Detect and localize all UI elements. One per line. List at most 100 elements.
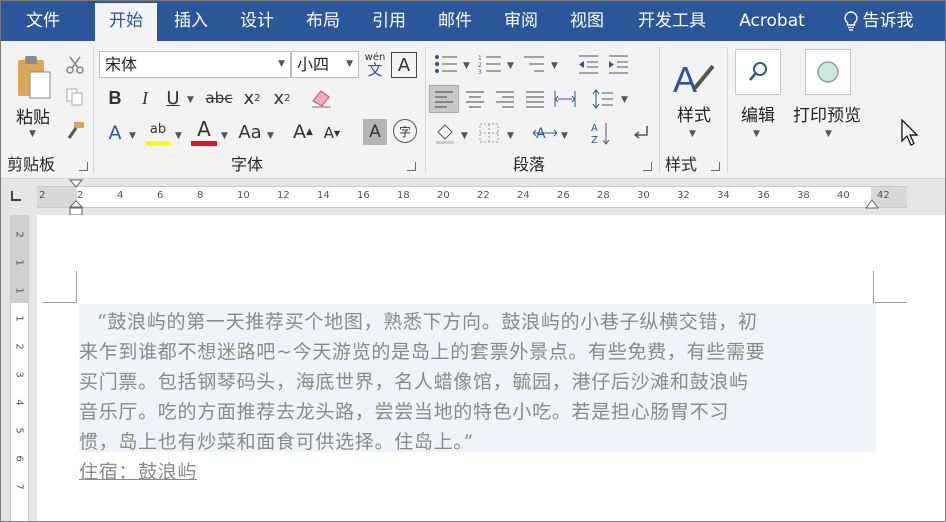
ruler-tick-label: 18 [397,190,410,201]
tell-me-search[interactable]: 告诉我 [831,1,925,41]
clipboard-launcher-icon[interactable] [79,162,88,171]
enclose-characters-button[interactable]: 字 [393,119,417,143]
line-spacing-dropdown-icon[interactable]: ▼ [621,95,628,105]
asian-layout-dropdown-icon[interactable]: ▼ [561,131,568,141]
sort-icon: AZ [591,123,610,145]
tab-file[interactable]: 文件 [11,1,75,41]
font-launcher-icon[interactable] [407,162,416,171]
show-marks-button[interactable] [627,119,655,147]
underline-dropdown-icon[interactable]: ▼ [187,95,194,105]
highlight-button[interactable]: ab [145,117,171,141]
justify-icon [526,91,544,108]
borders-dropdown-icon[interactable]: ▼ [507,131,514,141]
tab-acrobat[interactable]: Acrobat [729,1,815,41]
character-border-button[interactable]: A [391,52,417,78]
font-color-dropdown-icon[interactable]: ▼ [221,131,228,141]
change-case-dropdown-icon[interactable]: ▼ [267,131,274,141]
print-preview-dropdown-icon[interactable]: ▼ [825,129,832,139]
page-corner-mark [43,271,77,303]
horizontal-ruler[interactable]: 2 2 4 6 8 10 12 14 16 18 20 22 24 26 28 30 32 34 36 38 40 42 [37,186,907,208]
grow-font-button[interactable]: A ▲ [291,119,315,145]
character-shading-button[interactable]: A [363,119,387,145]
decrease-indent-button[interactable] [575,51,601,77]
justify-button[interactable] [521,85,549,113]
tab-selector-icon[interactable] [11,191,21,201]
paragraph-launcher-icon[interactable] [643,162,652,171]
paragraph-line[interactable]: 来乍到谁都不想迷路吧~今天游览的是岛上的套票外景点。有些免费，有些需要 [79,337,765,364]
highlight-dropdown-icon[interactable]: ▼ [175,131,182,141]
increase-indent-button[interactable] [605,51,631,77]
bold-button[interactable]: B [103,85,127,111]
ruler-tick-label: 24 [517,190,530,201]
change-case-button[interactable]: Aa [235,119,265,145]
strikethrough-button[interactable]: abc [203,85,235,111]
text-effects-button[interactable]: A [103,119,127,147]
tab-developer[interactable]: 开发工具 [625,1,719,41]
bullets-dropdown-icon[interactable]: ▼ [463,61,470,71]
cut-icon[interactable] [63,53,87,77]
print-preview-button[interactable] [805,49,851,95]
heading-line[interactable]: 住宿：鼓浪屿 [79,457,197,484]
svg-text:A: A [536,126,546,142]
tab-layout[interactable]: 布局 [293,1,353,41]
shading-button[interactable] [431,119,459,147]
ruler-tick-label: 2 [39,190,46,201]
styles-launcher-icon[interactable] [711,162,720,171]
paragraph-line[interactable]: 音乐厅。吃的方面推荐去龙头路，尝尝当地的特色小吃。若是担心肠胃不习 [79,397,729,424]
superscript-button[interactable]: x2 [269,85,295,111]
paragraph-line[interactable]: 惯，岛上也有炒菜和面食可供选择。住岛上。” [79,427,474,454]
editing-button[interactable] [735,49,781,95]
align-left-button[interactable] [429,85,459,113]
underline-button[interactable]: U [161,85,185,111]
bullets-button[interactable] [431,51,461,77]
multilevel-dropdown-icon[interactable]: ▼ [551,61,558,71]
ruler-tick-label: 1 [13,259,25,266]
ruler-tick-label: 26 [557,190,570,201]
tab-references[interactable]: 引用 [359,1,419,41]
shrink-font-button[interactable]: A ▼ [321,121,343,145]
right-indent-marker-icon[interactable] [865,199,879,211]
tab-insert[interactable]: 插入 [161,1,221,41]
subscript-button[interactable]: x2 [239,85,265,111]
align-right-button[interactable] [491,85,519,113]
line-spacing-button[interactable] [589,85,617,113]
sort-button[interactable]: AZ [587,119,615,147]
numbering-button[interactable]: 123 [475,51,505,77]
numbering-dropdown-icon[interactable]: ▼ [507,61,514,71]
format-painter-icon[interactable] [63,119,87,143]
vertical-ruler[interactable]: 2 1 1 1 2 3 4 5 6 7 [10,215,29,521]
tab-home[interactable]: 开始 [95,3,157,41]
tab-mailings[interactable]: 邮件 [425,1,485,41]
paste-button[interactable] [7,51,57,105]
ruler-tick-label: 28 [597,190,610,201]
italic-button[interactable]: I [133,85,157,111]
phonetic-guide-button[interactable]: wén 文 [363,49,387,81]
font-size-select[interactable]: 小四 ▼ [291,51,359,78]
text-effects-dropdown-icon[interactable]: ▼ [129,131,136,141]
tab-design[interactable]: 设计 [227,1,287,41]
clear-formatting-button[interactable] [307,85,335,111]
paragraph-group-label: 段落 [513,155,546,174]
align-center-button[interactable] [461,85,489,113]
multilevel-list-button[interactable] [519,51,549,77]
tab-view[interactable]: 视图 [557,1,617,41]
paragraph-line[interactable]: “鼓浪屿的第一天推荐买个地图，熟悉下方向。鼓浪屿的小巷子纵横交错，初 [79,307,758,334]
paste-dropdown-icon[interactable]: ▼ [29,129,36,139]
paragraph-line[interactable]: 买门票。包括钢琴码头，海底世界，名人蜡像馆，毓园，港仔后沙滩和鼓浪屿 [79,367,749,394]
editing-dropdown-icon[interactable]: ▼ [753,129,760,139]
styles-dropdown-icon[interactable]: ▼ [689,129,696,139]
styles-gallery-button[interactable]: A [669,51,719,103]
svg-text:2: 2 [478,62,482,69]
print-preview-icon [817,61,839,83]
asian-layout-button[interactable]: A [531,119,559,147]
font-color-button[interactable]: A [191,117,217,141]
copy-icon[interactable] [63,85,87,109]
ruler-tick-label: 16 [357,190,370,201]
tab-review[interactable]: 审阅 [491,1,551,41]
indent-marker-icon[interactable] [69,179,83,217]
magnifier-icon [749,62,767,81]
distributed-button[interactable] [551,85,579,113]
shading-dropdown-icon[interactable]: ▼ [461,131,468,141]
borders-button[interactable] [475,119,503,147]
font-name-select[interactable]: 宋体 ▼ [99,51,291,78]
